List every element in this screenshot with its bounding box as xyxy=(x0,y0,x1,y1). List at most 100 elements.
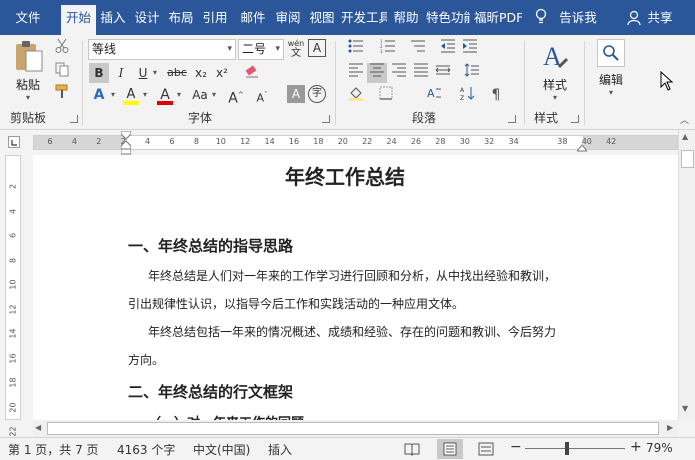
collapse-ribbon-icon[interactable]: ︿ xyxy=(680,113,689,126)
phonetic-guide-button[interactable]: wén 文 xyxy=(286,39,306,59)
tell-me-search[interactable]: 告诉我 xyxy=(556,6,600,30)
language-indicator[interactable]: 中文(中国) xyxy=(193,441,250,458)
change-case-button[interactable]: Aa xyxy=(188,85,212,105)
vertical-scrollbar[interactable]: ▲ ▼ xyxy=(678,130,695,420)
print-layout-icon[interactable] xyxy=(437,439,463,459)
group-label-paragraph: 段落 xyxy=(412,111,437,125)
underline-button[interactable]: U xyxy=(133,63,153,83)
document-page[interactable]: 年终工作总结 一、年终总结的指导思路 年终总结是人们对一年来的工作学习进行回顾和… xyxy=(33,155,678,420)
font-name-combo[interactable]: 等线 ▾ xyxy=(88,39,236,60)
zoom-slider[interactable] xyxy=(525,448,625,449)
decrease-indent-icon[interactable] xyxy=(438,39,458,59)
align-left-icon[interactable] xyxy=(346,63,366,83)
line-spacing-icon[interactable] xyxy=(462,63,482,83)
vertical-ruler-tick-label: 2 xyxy=(8,183,18,190)
styles-launcher-icon[interactable] xyxy=(571,115,579,123)
zoom-level[interactable]: 79% xyxy=(646,441,673,455)
web-layout-icon[interactable] xyxy=(478,442,494,459)
tab-mailings[interactable]: 邮件 xyxy=(238,6,268,30)
align-right-icon[interactable] xyxy=(389,63,409,83)
clipboard-launcher-icon[interactable] xyxy=(70,115,78,123)
vertical-ruler-tick-label: 20 xyxy=(8,401,18,413)
tab-special[interactable]: 特色功能 xyxy=(426,6,470,30)
tab-home[interactable]: 开始 xyxy=(61,5,96,35)
scroll-left-icon[interactable]: ◀ xyxy=(35,423,41,432)
italic-button[interactable]: I xyxy=(111,63,131,83)
enclosed-char-button[interactable]: A xyxy=(308,39,326,57)
text-effects-button[interactable]: A xyxy=(89,85,109,105)
tab-developer[interactable]: 开发工具 xyxy=(341,6,387,30)
font-size-combo[interactable]: 二号 ▾ xyxy=(238,39,284,60)
superscript-button[interactable]: x² xyxy=(212,63,232,83)
tab-references[interactable]: 引用 xyxy=(200,6,230,30)
grow-font-button[interactable]: A^ xyxy=(226,85,246,107)
tab-view[interactable]: 视图 xyxy=(307,6,337,30)
justify-icon[interactable] xyxy=(411,63,431,83)
bullets-icon[interactable] xyxy=(346,39,366,59)
tab-design[interactable]: 设计 xyxy=(132,6,162,30)
sort-icon[interactable]: AZ xyxy=(458,85,478,105)
group-label-styles: 样式 xyxy=(534,111,559,125)
chevron-down-icon[interactable]: ▾ xyxy=(143,90,147,99)
horizontal-scrollbar-thumb[interactable] xyxy=(47,422,659,435)
chevron-down-icon[interactable]: ▾ xyxy=(212,90,216,99)
align-center-icon[interactable] xyxy=(367,63,387,83)
paste-dropdown-icon[interactable]: ▾ xyxy=(8,93,48,102)
tab-insert[interactable]: 插入 xyxy=(98,6,128,30)
group-label-clipboard: 剪贴板 xyxy=(10,111,47,125)
highlight-button[interactable]: A xyxy=(121,85,141,105)
tab-foxit-pdf[interactable]: 福昕PDF xyxy=(474,6,522,30)
borders-icon[interactable] xyxy=(376,85,396,105)
subscript-button[interactable]: x₂ xyxy=(191,63,211,83)
bold-button[interactable]: B xyxy=(89,63,109,83)
scroll-down-icon[interactable]: ▼ xyxy=(682,404,688,413)
copy-icon[interactable] xyxy=(52,61,72,81)
increase-indent-icon[interactable] xyxy=(460,39,480,59)
zoom-slider-thumb[interactable] xyxy=(564,442,569,455)
clear-format-icon[interactable] xyxy=(242,63,262,83)
shading-icon[interactable] xyxy=(346,85,366,105)
chevron-down-icon[interactable]: ▾ xyxy=(111,90,115,99)
numbering-icon[interactable]: 123 xyxy=(378,39,398,59)
editing-button[interactable]: 编辑 ▾ xyxy=(591,39,631,103)
tab-review[interactable]: 审阅 xyxy=(273,6,303,30)
asian-layout-icon[interactable]: A xyxy=(424,85,444,105)
first-line-indent-marker[interactable] xyxy=(120,130,132,158)
horizontal-scrollbar[interactable]: ◀ ▶ xyxy=(33,420,678,437)
font-launcher-icon[interactable] xyxy=(322,115,330,123)
vertical-ruler-tick-label: 4 xyxy=(8,208,18,214)
styles-button[interactable]: A 样式 ▾ xyxy=(532,39,578,103)
lightbulb-icon[interactable] xyxy=(535,8,547,26)
enclose-circle-button[interactable]: 字 xyxy=(308,85,326,103)
scroll-up-icon[interactable]: ▲ xyxy=(682,132,688,141)
paragraph-launcher-icon[interactable] xyxy=(508,115,516,123)
tab-help[interactable]: 帮助 xyxy=(391,6,421,30)
shrink-font-button[interactable]: Aˇ xyxy=(252,85,272,105)
page-count[interactable]: 第 1 页，共 7 页 xyxy=(8,441,99,458)
tab-selector-icon[interactable] xyxy=(8,136,20,148)
tab-file[interactable]: 文件 xyxy=(8,6,48,30)
word-count[interactable]: 4163 个字 xyxy=(117,441,175,458)
read-mode-icon[interactable] xyxy=(404,442,420,459)
font-color-button[interactable]: A xyxy=(155,85,175,105)
cut-icon[interactable] xyxy=(52,38,72,58)
strikethrough-button[interactable]: abc xyxy=(165,63,189,83)
format-painter-icon[interactable] xyxy=(52,83,72,103)
shrink-font-glyph: A xyxy=(256,91,265,105)
tab-layout[interactable]: 布局 xyxy=(166,6,196,30)
scroll-right-icon[interactable]: ▶ xyxy=(667,423,673,432)
right-indent-marker[interactable] xyxy=(575,141,589,155)
show-marks-icon[interactable]: ¶ xyxy=(486,85,506,105)
paste-button[interactable]: 粘贴 ▾ xyxy=(8,39,48,102)
zoom-in-button[interactable]: + xyxy=(630,439,642,455)
share-button[interactable]: 共享 xyxy=(645,6,675,30)
chevron-down-icon[interactable]: ▾ xyxy=(177,90,181,99)
chevron-down-icon[interactable]: ▾ xyxy=(153,68,157,77)
distributed-icon[interactable] xyxy=(433,63,453,83)
char-shading-button[interactable]: A xyxy=(287,85,305,103)
zoom-out-button[interactable]: − xyxy=(510,439,522,455)
multilevel-list-icon[interactable] xyxy=(408,39,428,59)
svg-text:3: 3 xyxy=(380,49,383,53)
insert-mode[interactable]: 插入 xyxy=(268,441,292,458)
scrollbar-thumb[interactable] xyxy=(681,150,694,168)
